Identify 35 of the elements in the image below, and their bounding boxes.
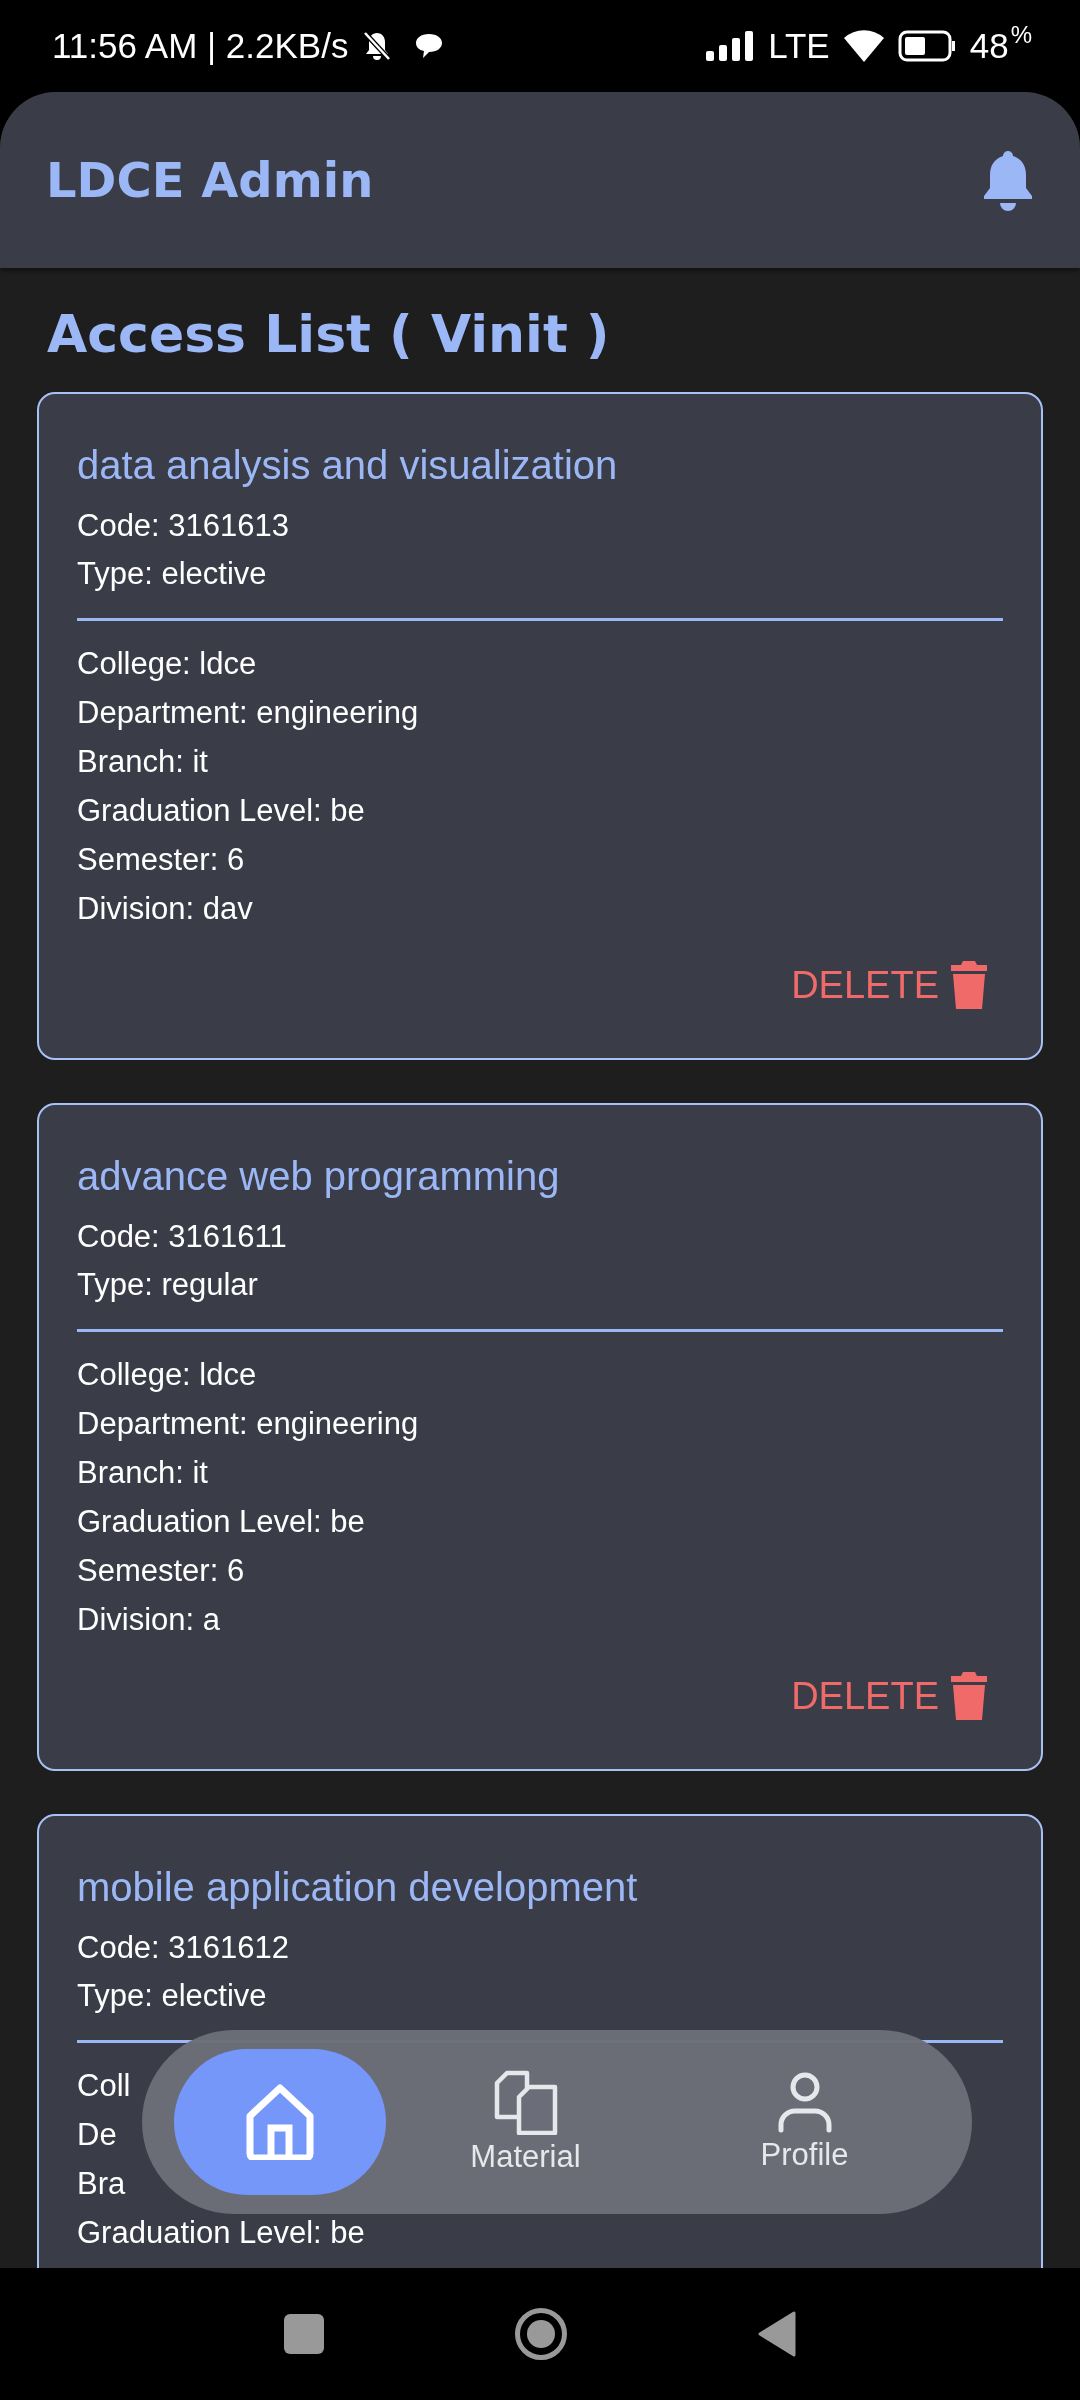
detail-line: De: [77, 2116, 117, 2154]
detail-line: Branch: it: [77, 743, 208, 781]
subject-info: Type: elective: [77, 555, 267, 593]
network-type: LTE: [768, 26, 830, 66]
percent-sign: %: [1010, 21, 1032, 49]
app-title: LDCE Admin: [46, 152, 375, 208]
detail-line: College: ldce: [77, 645, 257, 683]
page-title: Access List ( Vinit ): [47, 303, 611, 366]
detail-line: Branch: it: [77, 1454, 208, 1492]
status-time: 11:56 AM | 2.2KB/s: [52, 26, 349, 66]
detail-line: Coll: [77, 2067, 131, 2105]
detail-line: Division: dav: [77, 890, 253, 928]
subject-title: mobile application development: [77, 1864, 639, 1911]
subject-title: advance web programming: [77, 1153, 561, 1200]
subject-title: data analysis and visualization: [77, 442, 619, 489]
detail-line: Division: a: [77, 1601, 220, 1639]
battery-level: 48: [969, 26, 1009, 66]
subject-info: Type: regular: [77, 1266, 258, 1304]
detail-line: Semester: 6: [77, 1552, 245, 1590]
detail-line: Graduation Level: be: [77, 1503, 365, 1541]
detail-line: Semester: 6: [77, 841, 245, 879]
delete-button[interactable]: DELETE: [791, 1668, 987, 1724]
detail-line: Graduation Level: be: [77, 792, 365, 830]
subject-info: Type: elective: [77, 1977, 267, 2015]
detail-line: Department: engineering: [77, 694, 419, 732]
nav-material-tab[interactable]: Material: [386, 2049, 665, 2195]
nav-profile-tab[interactable]: Profile: [665, 2049, 944, 2195]
delete-button[interactable]: DELETE: [791, 957, 987, 1013]
detail-line: College: ldce: [77, 1356, 257, 1394]
detail-line: Bra: [77, 2165, 126, 2203]
subject-info: Code: 3161612: [77, 1929, 290, 1967]
subject-info: Code: 3161611: [77, 1218, 287, 1256]
subject-info: Code: 3161613: [77, 507, 290, 545]
detail-line: Graduation Level: be: [77, 2214, 365, 2252]
detail-line: Department: engineering: [77, 1405, 419, 1443]
